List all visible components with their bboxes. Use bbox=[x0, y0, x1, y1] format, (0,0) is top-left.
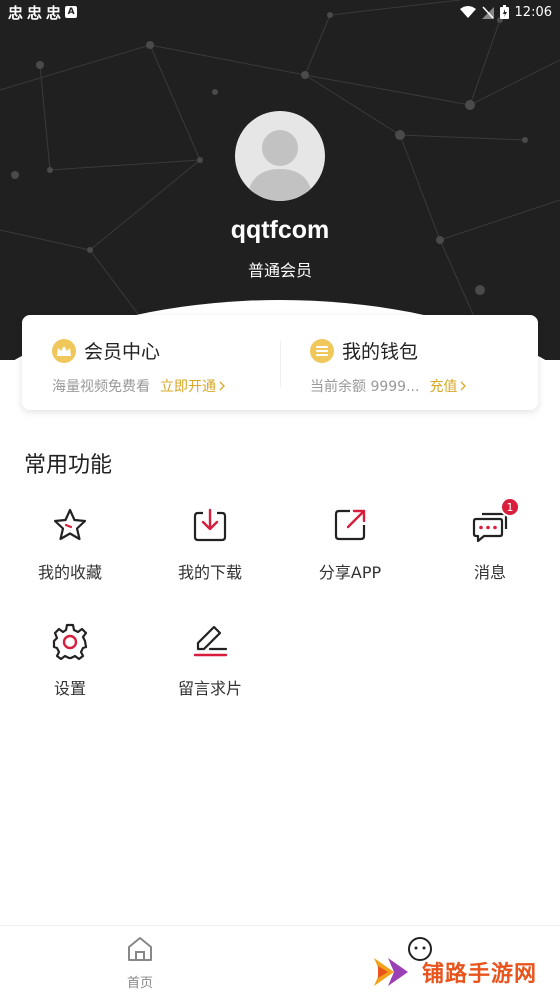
messages-label: 消息 bbox=[473, 563, 506, 582]
notification-icon: 忠 bbox=[8, 3, 24, 22]
share-app-button[interactable]: 分享APP bbox=[280, 505, 420, 583]
downloads-label: 我的下载 bbox=[177, 563, 242, 582]
chevron-right-icon bbox=[219, 381, 225, 391]
clock: 12:06 bbox=[514, 4, 552, 20]
avatar[interactable] bbox=[235, 111, 325, 201]
downloads-button[interactable]: 我的下载 bbox=[140, 505, 280, 583]
open-vip-label: 立即开通 bbox=[160, 379, 216, 395]
vip-desc: 海量视频免费看 bbox=[52, 379, 150, 395]
recharge-label: 充值 bbox=[429, 379, 458, 395]
vip-title: 会员中心 bbox=[84, 341, 161, 363]
chevron-right-icon bbox=[460, 381, 467, 391]
member-wallet-card: 会员中心 海量视频免费看 立即开通 我的钱包 当前余额 9999... 充值 bbox=[22, 315, 538, 410]
home-icon bbox=[128, 937, 152, 961]
recharge-link[interactable]: 充值 bbox=[429, 376, 467, 396]
notification-icon: 忠 bbox=[27, 3, 43, 22]
wifi-icon bbox=[459, 6, 476, 18]
member-level: 普通会员 bbox=[247, 261, 312, 280]
tab-home[interactable]: 首页 bbox=[100, 934, 180, 991]
unread-badge: 1 bbox=[500, 497, 520, 517]
watermark: 铺路手游网 bbox=[372, 952, 537, 992]
watermark-logo-icon bbox=[374, 958, 408, 986]
vip-center[interactable]: 会员中心 海量视频免费看 立即开通 bbox=[22, 315, 280, 410]
gear-icon bbox=[52, 623, 88, 661]
share-icon bbox=[334, 509, 366, 541]
favorites-button[interactable]: 我的收藏 bbox=[0, 505, 140, 583]
status-bar: 忠 忠 忠 A 12:06 bbox=[0, 0, 560, 24]
wallet-balance: 当前余额 9999... bbox=[310, 379, 420, 395]
settings-label: 设置 bbox=[53, 679, 86, 698]
my-wallet[interactable]: 我的钱包 当前余额 9999... 充值 bbox=[280, 315, 538, 410]
crown-icon bbox=[52, 338, 76, 363]
messages-button[interactable]: 1 消息 bbox=[420, 497, 560, 583]
favorites-label: 我的收藏 bbox=[37, 563, 102, 582]
request-film-label: 留言求片 bbox=[177, 679, 242, 698]
no-signal-icon bbox=[481, 5, 494, 19]
notification-icon: 忠 bbox=[46, 3, 62, 22]
settings-button[interactable]: 设置 bbox=[0, 621, 140, 699]
star-icon bbox=[53, 508, 87, 541]
section-title: 常用功能 bbox=[24, 453, 113, 478]
download-icon bbox=[193, 508, 227, 542]
a-badge-icon: A bbox=[65, 6, 78, 18]
wallet-title: 我的钱包 bbox=[342, 341, 419, 363]
edit-icon bbox=[193, 625, 228, 657]
tab-home-label: 首页 bbox=[126, 976, 153, 991]
default-avatar-icon bbox=[247, 130, 313, 201]
share-app-label: 分享APP bbox=[318, 563, 382, 582]
request-film-button[interactable]: 留言求片 bbox=[140, 621, 280, 699]
battery-icon bbox=[499, 5, 509, 19]
watermark-text: 铺路手游网 bbox=[422, 962, 538, 987]
wallet-icon bbox=[310, 338, 334, 363]
username: qqtfcom bbox=[230, 216, 330, 244]
open-vip-link[interactable]: 立即开通 bbox=[160, 376, 225, 396]
